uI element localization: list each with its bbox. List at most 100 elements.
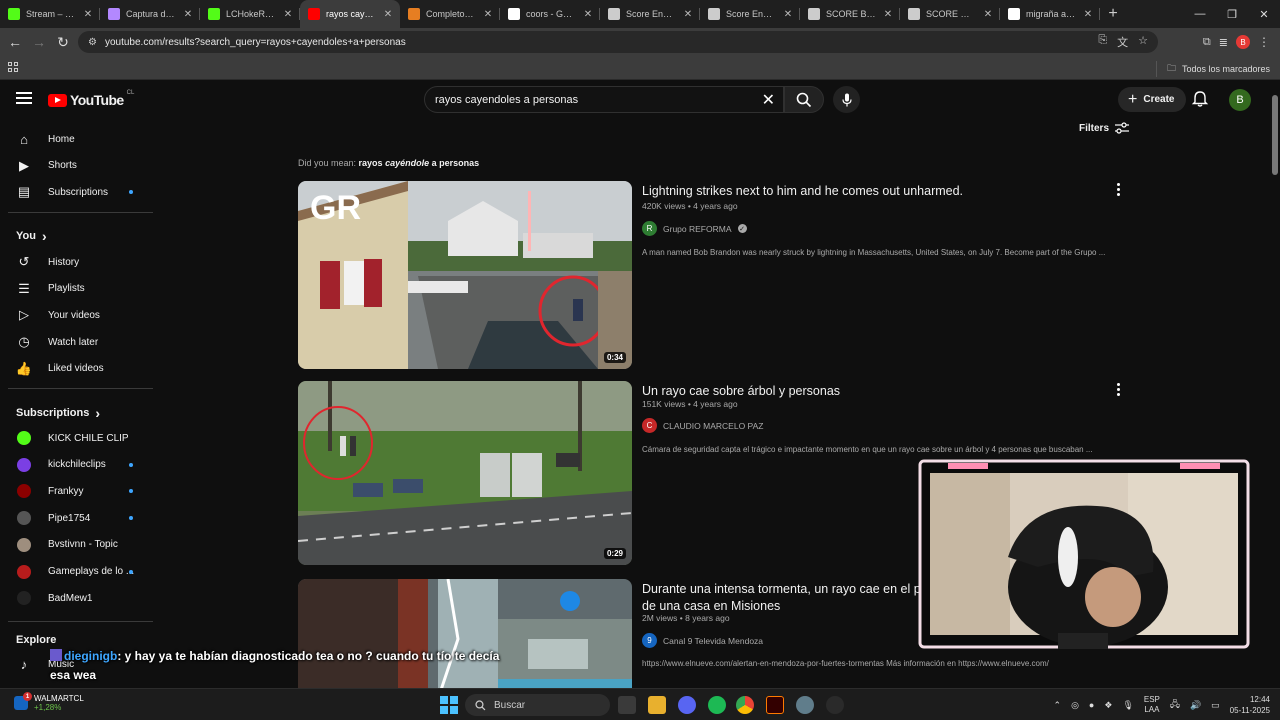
chrome-icon[interactable] [736, 696, 754, 714]
translate-icon[interactable]: 文 [1117, 34, 1128, 50]
channel-name-1[interactable]: Grupo REFORMA [663, 224, 732, 234]
reload-button[interactable]: ↻ [51, 30, 75, 54]
illustrator-icon[interactable] [766, 696, 784, 714]
create-button[interactable]: + Create [1118, 87, 1187, 112]
browser-tab[interactable]: migraña aura ✕ [1000, 0, 1100, 28]
browser-tab[interactable]: Captura de pan ✕ [100, 0, 200, 28]
notifications-bell-icon[interactable] [1191, 90, 1209, 108]
page-scrollbar[interactable] [1270, 81, 1280, 688]
reading-list-icon[interactable]: ≣ [1219, 36, 1228, 49]
channel-name-2[interactable]: CLAUDIO MARCELO PAZ [663, 421, 763, 431]
suggested-query-link[interactable]: rayos cayéndole a personas [359, 158, 480, 168]
sidebar-item[interactable]: BadMew1 [8, 585, 153, 611]
sidebar-item[interactable]: ▷ Your videos [8, 302, 153, 328]
back-button[interactable]: ← [3, 30, 27, 54]
browser-tab[interactable]: rayos cayendol ✕ [300, 0, 400, 28]
sidebar-item[interactable]: ☰ Playlists [8, 276, 153, 302]
channel-avatar-1[interactable]: R [642, 221, 657, 236]
browser-tab[interactable]: Score Energy D ✕ [700, 0, 800, 28]
chrome-menu-icon[interactable]: ⋮ [1258, 35, 1270, 49]
sidebar-item[interactable]: kickchileclips [8, 452, 153, 478]
browser-tab[interactable]: coors - Google ✕ [500, 0, 600, 28]
sidebar-section-heading[interactable]: Subscriptions › [16, 405, 100, 421]
sidebar-item[interactable]: KICK CHILE CLIP [8, 425, 153, 451]
tray-app-icon[interactable]: ❖ [1104, 700, 1112, 711]
taskbar-search-box[interactable]: Buscar [465, 694, 610, 716]
tray-app-icon[interactable]: ● [1089, 700, 1094, 710]
browser-tab[interactable]: LCHokeRap Stre ✕ [200, 0, 300, 28]
microphone-icon[interactable]: 🎙 [1122, 700, 1133, 711]
search-input[interactable]: rayos cayendoles a personas ✕ [424, 86, 784, 113]
close-tab-icon[interactable]: ✕ [82, 9, 94, 20]
apps-grid-icon[interactable] [8, 62, 18, 72]
omnibox[interactable]: ⚙ youtube.com/results?search_query=rayos… [78, 31, 1158, 53]
voice-search-button[interactable] [833, 86, 860, 113]
channel-link-1[interactable]: R Grupo REFORMA ✓ [642, 221, 747, 236]
install-icon[interactable]: ⎘ [1098, 34, 1107, 50]
tray-chevron-icon[interactable]: ⌃ [1054, 700, 1062, 711]
browser-profile-avatar[interactable]: B [1236, 35, 1250, 49]
browser-tab[interactable]: SCORE BUBBLE ✕ [800, 0, 900, 28]
browser-tab[interactable]: Score Energy D ✕ [600, 0, 700, 28]
sidebar-item[interactable]: ▤ Subscriptions [8, 179, 153, 205]
close-window-button[interactable]: ✕ [1248, 0, 1280, 28]
more-actions-icon[interactable] [1116, 183, 1120, 196]
close-tab-icon[interactable]: ✕ [982, 9, 994, 20]
settings-icon[interactable] [796, 696, 814, 714]
input-language[interactable]: ESP LAA [1144, 695, 1160, 715]
sidebar-item[interactable]: 👍 Liked videos [8, 356, 153, 382]
site-info-icon[interactable]: ⚙ [88, 37, 97, 48]
close-tab-icon[interactable]: ✕ [682, 9, 694, 20]
spotify-icon[interactable] [708, 696, 726, 714]
obs-icon[interactable] [826, 696, 844, 714]
menu-icon[interactable] [16, 92, 32, 104]
close-tab-icon[interactable]: ✕ [582, 9, 594, 20]
sidebar-section-heading[interactable]: You › [16, 228, 47, 244]
forward-button[interactable]: → [27, 30, 51, 54]
all-bookmarks-button[interactable]: 🗀 Todos los marcadores [1155, 61, 1270, 77]
video-thumbnail-2[interactable]: 0:29 [298, 381, 632, 565]
more-actions-icon[interactable] [1116, 383, 1120, 396]
discord-icon[interactable] [678, 696, 696, 714]
sidebar-item[interactable]: ↺ History [8, 249, 153, 275]
task-view-icon[interactable] [618, 696, 636, 714]
video-thumbnail-1[interactable]: GR 0:34 [298, 181, 632, 369]
tray-app-icon[interactable]: ◎ [1071, 700, 1079, 711]
new-tab-button[interactable]: + [1100, 1, 1126, 27]
close-tab-icon[interactable]: ✕ [282, 9, 294, 20]
browser-tab[interactable]: Completos Var ✕ [400, 0, 500, 28]
file-explorer-icon[interactable] [648, 696, 666, 714]
bookmark-star-icon[interactable]: ☆ [1138, 34, 1148, 50]
battery-icon[interactable]: ▭ [1211, 700, 1220, 711]
channel-avatar-3[interactable]: 9 [642, 633, 657, 648]
filters-button[interactable]: Filters [1079, 122, 1130, 134]
maximize-button[interactable]: ❐ [1216, 0, 1248, 28]
video-title-3[interactable]: Durante una intensa tormenta, un rayo ca… [642, 581, 942, 615]
close-tab-icon[interactable]: ✕ [382, 9, 394, 20]
sidebar-item[interactable]: Frankyy [8, 478, 153, 504]
search-button[interactable] [784, 86, 824, 113]
video-title-1[interactable]: Lightning strikes next to him and he com… [642, 183, 1102, 200]
video-result-1[interactable]: GR 0:34 Lightning strikes next to him an… [298, 181, 1128, 371]
close-tab-icon[interactable]: ✕ [182, 9, 194, 20]
sidebar-item[interactable]: ⌂ Home [8, 126, 153, 152]
channel-link-3[interactable]: 9 Canal 9 Televida Mendoza [642, 633, 763, 648]
account-avatar[interactable]: B [1229, 89, 1251, 111]
youtube-logo[interactable]: YouTube CL [48, 90, 134, 108]
volume-icon[interactable]: 🔊 [1190, 700, 1201, 711]
browser-tab[interactable]: Stream – Kick D ✕ [0, 0, 100, 28]
channel-avatar-2[interactable]: C [642, 418, 657, 433]
sidebar-item[interactable]: Bvstivnn - Topic [8, 532, 153, 558]
close-tab-icon[interactable]: ✕ [882, 9, 894, 20]
channel-link-2[interactable]: C CLAUDIO MARCELO PAZ [642, 418, 763, 433]
stock-widget[interactable]: 1 WALMARTCL +1,28% [14, 692, 84, 712]
clock[interactable]: 12:44 05-11-2025 [1230, 694, 1270, 716]
sidebar-item[interactable]: Gameplays de lo ... [8, 559, 153, 585]
sidebar-section-heading[interactable]: Explore [16, 634, 56, 646]
windows-start-icon[interactable] [440, 696, 458, 714]
clear-search-icon[interactable]: ✕ [762, 90, 775, 110]
scrollbar-thumb[interactable] [1272, 95, 1278, 175]
close-tab-icon[interactable]: ✕ [1082, 9, 1094, 20]
extensions-icon[interactable]: ⧉ [1203, 36, 1211, 49]
sidebar-item[interactable]: ▶ Shorts [8, 153, 153, 179]
